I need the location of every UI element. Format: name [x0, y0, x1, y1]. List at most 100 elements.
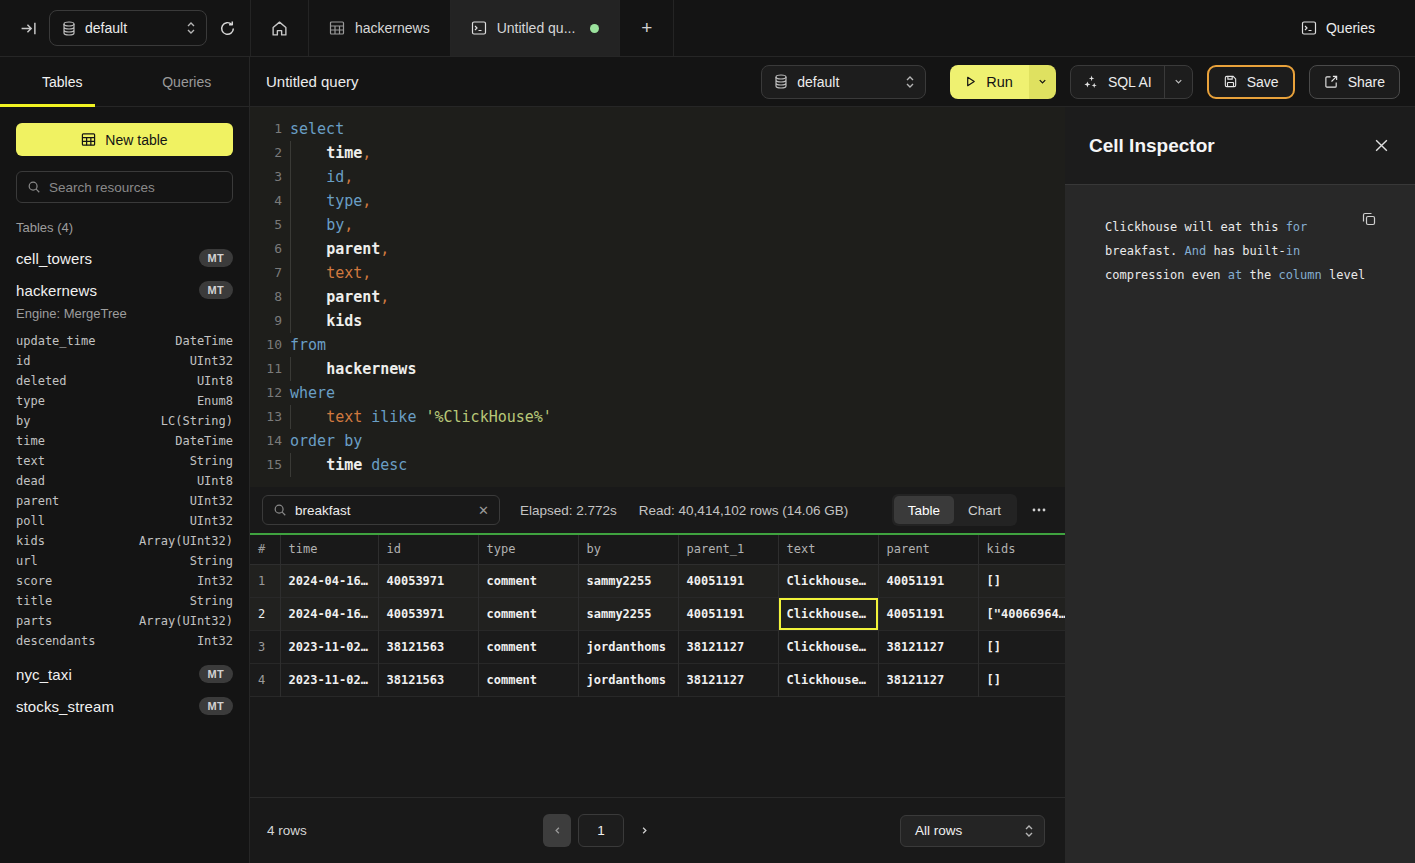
column-row: textString — [16, 451, 233, 471]
tab-home[interactable] — [251, 0, 309, 56]
cell-inspector-header: Cell Inspector — [1065, 107, 1415, 185]
line-number: 9 — [250, 309, 282, 333]
share-button[interactable]: Share — [1309, 65, 1400, 99]
table-cell[interactable]: 1 — [250, 564, 280, 597]
query-database-select[interactable]: default — [761, 65, 926, 99]
table-item-cell_towers[interactable]: cell_towersMT — [16, 249, 233, 267]
close-inspector-button[interactable] — [1374, 138, 1389, 153]
table-cell[interactable]: 2023-11-02… — [280, 630, 378, 663]
table-cell[interactable]: jordanthoms — [578, 630, 678, 663]
refresh-button[interactable] — [219, 20, 236, 37]
table-cell[interactable]: 2 — [250, 597, 280, 630]
table-cell[interactable]: [] — [978, 630, 1065, 663]
table-cell[interactable]: jordanthoms — [578, 663, 678, 696]
sql-ai-main[interactable]: SQL AI — [1071, 74, 1164, 90]
code-line: 3 id, — [250, 165, 1065, 189]
prev-page-button[interactable] — [543, 814, 571, 847]
table-cell[interactable]: 40053971 — [378, 597, 478, 630]
table-cell[interactable]: 38121563 — [378, 630, 478, 663]
sidebar-collapse-button[interactable] — [20, 20, 37, 37]
results-search-input[interactable] — [295, 503, 470, 518]
table-cell[interactable]: Clickhouse… — [778, 564, 878, 597]
clear-search-icon[interactable]: ✕ — [478, 503, 489, 518]
table-cell[interactable]: comment — [478, 630, 578, 663]
save-button[interactable]: Save — [1207, 65, 1295, 99]
table-cell[interactable]: comment — [478, 663, 578, 696]
column-header-parent[interactable]: parent — [878, 535, 978, 564]
table-cell[interactable]: 38121127 — [878, 663, 978, 696]
table-cell[interactable]: 40051191 — [678, 564, 778, 597]
table-cell[interactable]: [] — [978, 564, 1065, 597]
table-cell[interactable]: 40051191 — [878, 597, 978, 630]
page-size-select[interactable]: All rows — [900, 815, 1045, 847]
column-header-type[interactable]: type — [478, 535, 578, 564]
view-toggle-chart[interactable]: Chart — [954, 496, 1015, 524]
table-cell[interactable]: 40051191 — [878, 564, 978, 597]
table-cell[interactable]: 38121127 — [678, 630, 778, 663]
sql-ai-button[interactable]: SQL AI — [1070, 65, 1193, 99]
table-cell[interactable]: Clickhouse… — [778, 663, 878, 696]
run-main[interactable]: Run — [950, 65, 1029, 99]
sidebar-tab-queries[interactable]: Queries — [125, 57, 250, 106]
table-item-nyc_taxi[interactable]: nyc_taxiMT — [16, 665, 233, 683]
engine-badge: MT — [199, 249, 233, 267]
next-page-button[interactable] — [639, 825, 650, 836]
table-cell[interactable]: 38121127 — [678, 663, 778, 696]
sidebar-search[interactable] — [16, 171, 233, 203]
table-cell[interactable]: comment — [478, 564, 578, 597]
tab-hackernews[interactable]: hackernews — [309, 0, 451, 56]
run-dropdown[interactable] — [1029, 65, 1056, 99]
sql-ai-dropdown[interactable] — [1164, 66, 1192, 98]
table-cell[interactable]: Clickhouse… — [778, 630, 878, 663]
topbar-database-select[interactable]: default — [49, 10, 207, 46]
view-toggle-table[interactable]: Table — [894, 496, 954, 524]
table-cell[interactable]: 40051191 — [678, 597, 778, 630]
run-button[interactable]: Run — [950, 65, 1056, 99]
copy-button[interactable] — [1361, 211, 1377, 227]
results-search[interactable]: ✕ — [262, 495, 500, 525]
sidebar-search-input[interactable] — [49, 180, 222, 195]
table-cell[interactable]: 38121127 — [878, 630, 978, 663]
table-cell[interactable]: ["40066964… — [978, 597, 1065, 630]
column-header-by[interactable]: by — [578, 535, 678, 564]
sidebar-tab-tables[interactable]: Tables — [0, 57, 125, 106]
table-cell[interactable]: 2023-11-02… — [280, 663, 378, 696]
column-header-parent_1[interactable]: parent_1 — [678, 535, 778, 564]
new-table-button[interactable]: New table — [16, 123, 233, 156]
table-icon — [329, 20, 345, 36]
code-text: where — [290, 381, 335, 405]
table-row: 12024-04-16…40053971commentsammy22554005… — [250, 564, 1065, 597]
table-cell[interactable]: 40053971 — [378, 564, 478, 597]
column-header-time[interactable]: time — [280, 535, 378, 564]
tab-untitled-query[interactable]: Untitled qu... — [451, 0, 621, 56]
table-cell[interactable]: 4 — [250, 663, 280, 696]
table-cell[interactable]: 38121563 — [378, 663, 478, 696]
table-cell[interactable]: sammy2255 — [578, 564, 678, 597]
chevron-right-icon — [639, 825, 650, 836]
table-cell[interactable]: sammy2255 — [578, 597, 678, 630]
table-cell[interactable]: comment — [478, 597, 578, 630]
current-page[interactable]: 1 — [578, 814, 624, 847]
column-header-#[interactable]: # — [250, 535, 280, 564]
table-cell[interactable]: 2024-04-16… — [280, 564, 378, 597]
column-type: DateTime — [175, 331, 233, 351]
table-cell[interactable]: 3 — [250, 630, 280, 663]
table-item-stocks_stream[interactable]: stocks_streamMT — [16, 697, 233, 715]
code-line: 4 type, — [250, 189, 1065, 213]
queries-button[interactable]: Queries — [1301, 20, 1375, 36]
share-icon — [1324, 74, 1339, 89]
table-item-hackernews[interactable]: hackernewsMT — [16, 281, 233, 299]
column-header-text[interactable]: text — [778, 535, 878, 564]
column-type: String — [190, 551, 233, 571]
table-cell[interactable]: [] — [978, 663, 1065, 696]
line-number: 15 — [250, 453, 282, 477]
column-header-id[interactable]: id — [378, 535, 478, 564]
table-cell[interactable]: Clickhouse… — [778, 597, 878, 630]
new-tab-button[interactable]: + — [620, 0, 674, 56]
column-row: update_timeDateTime — [16, 331, 233, 351]
sql-editor[interactable]: 1select2 time,3 id,4 type,5 by,6 parent,… — [250, 107, 1065, 487]
topbar-left: default — [0, 0, 250, 56]
table-cell[interactable]: 2024-04-16… — [280, 597, 378, 630]
column-header-kids[interactable]: kids — [978, 535, 1065, 564]
more-options-button[interactable] — [1025, 502, 1053, 518]
